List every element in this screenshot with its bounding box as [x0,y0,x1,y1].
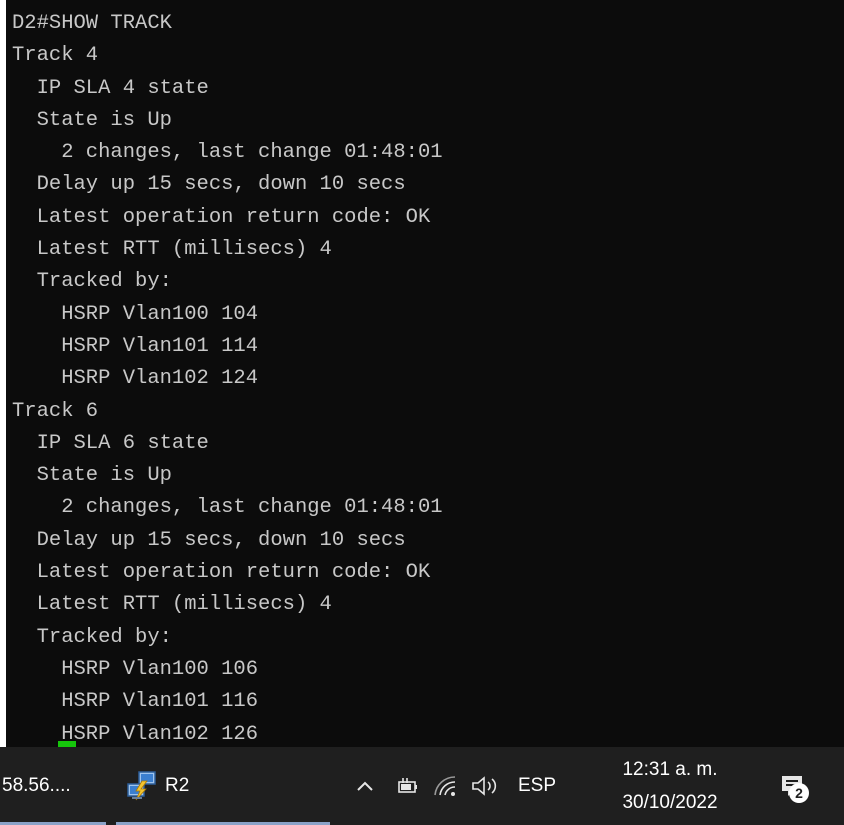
terminal-line: Track 6 [12,399,99,423]
terminal-line: HSRP Vlan102 124 [12,367,259,391]
taskbar-app-label: 58.56.... [2,775,71,796]
terminal-line: Latest RTT (millisecs) 4 [12,593,332,617]
terminal-line: Tracked by: [12,270,172,294]
chevron-up-icon[interactable] [352,747,378,825]
terminal-line: HSRP Vlan100 106 [12,657,259,681]
taskbar-app-r2[interactable]: R2 [116,747,330,825]
terminal-line: HSRP Vlan100 104 [12,302,259,326]
terminal-line: State is Up [12,464,172,488]
terminal-line: Tracked by: [12,625,172,649]
terminal-line: Latest RTT (millisecs) 4 [12,238,332,262]
notification-count: 2 [789,783,809,803]
terminal-line: 2 changes, last change 01:48:01 [12,141,443,165]
notification-icon: 2 [779,773,809,803]
speaker-icon[interactable] [468,747,502,825]
clock-time: 12:31 a. m. [622,759,718,780]
taskbar: 58.56.... R2 ESP 12:31 a. m. 30/10/2022 … [0,747,844,825]
terminal-line: HSRP Vlan101 114 [12,334,259,358]
taskbar-app-label: R2 [165,775,190,796]
terminal-line: Track 4 [12,44,99,68]
terminal-line: Latest operation return code: OK [12,205,431,229]
terminal-line: Delay up 15 secs, down 10 secs [12,173,406,197]
terminal-window[interactable]: D2#SHOW TRACK Track 4 IP SLA 4 state Sta… [6,0,844,747]
terminal-line: HSRP Vlan101 116 [12,690,259,714]
terminal-output: D2#SHOW TRACK Track 4 IP SLA 4 state Sta… [12,8,443,747]
taskbar-app-partial[interactable]: 58.56.... [0,747,112,825]
language-indicator[interactable]: ESP [518,747,568,825]
clock-date: 30/10/2022 [622,792,718,813]
terminal-line: IP SLA 4 state [12,76,209,100]
wifi-icon[interactable] [432,747,460,825]
terminal-line: D2#SHOW TRACK [12,12,172,35]
language-label: ESP [518,775,557,796]
terminal-line: Delay up 15 secs, down 10 secs [12,528,406,552]
terminal-line: State is Up [12,108,172,132]
terminal-line: Latest operation return code: OK [12,561,431,585]
terminal-line: 2 changes, last change 01:48:01 [12,496,443,520]
notification-button[interactable]: 2 [772,747,812,825]
battery-plug-icon[interactable] [394,747,420,825]
terminal-line: HSRP Vlan102 126 [12,722,259,746]
clock[interactable]: 12:31 a. m. 30/10/2022 [610,751,730,821]
terminal-line: IP SLA 6 state [12,431,209,455]
network-computers-icon [125,769,159,803]
